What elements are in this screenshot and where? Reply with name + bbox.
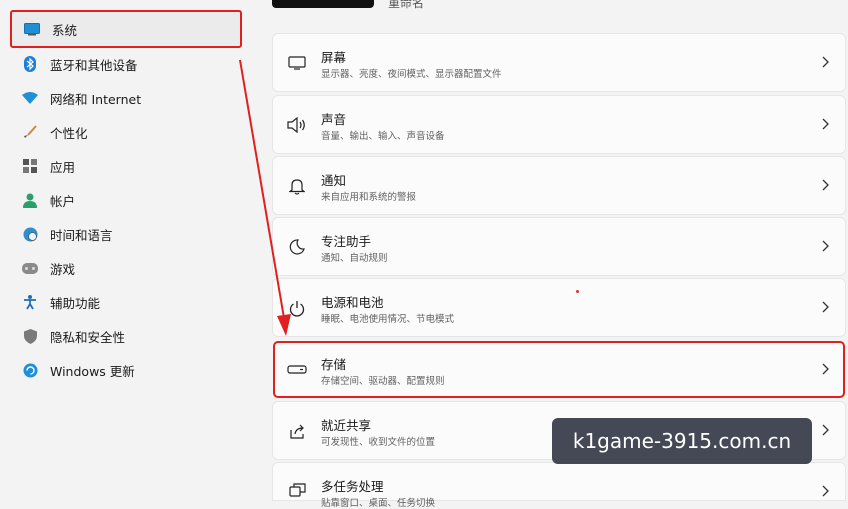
sidebar-item-label: 游戏 xyxy=(50,261,76,277)
display-icon xyxy=(286,52,308,74)
sidebar-item-accounts[interactable]: 帐户 xyxy=(10,183,242,217)
accessibility-icon xyxy=(20,292,40,312)
chevron-right-icon xyxy=(822,424,829,436)
moon-icon xyxy=(286,236,308,258)
chevron-right-icon xyxy=(822,179,829,191)
brush-icon xyxy=(20,122,40,142)
card-subtitle: 来自应用和系统的警报 xyxy=(321,192,417,203)
shield-icon xyxy=(20,326,40,346)
power-icon xyxy=(286,297,308,319)
device-image xyxy=(272,0,374,8)
gamepad-icon xyxy=(20,258,40,278)
chevron-right-icon xyxy=(822,485,829,497)
monitor-icon xyxy=(22,19,42,39)
bell-icon xyxy=(286,175,308,197)
share-icon xyxy=(286,420,308,442)
sidebar-item-privacy[interactable]: 隐私和安全性 xyxy=(10,319,242,353)
wifi-icon xyxy=(20,88,40,108)
card-subtitle: 贴靠窗口、桌面、任务切换 xyxy=(321,498,436,509)
globe-clock-icon xyxy=(20,224,40,244)
sidebar-item-gaming[interactable]: 游戏 xyxy=(10,251,242,285)
sidebar-item-personalization[interactable]: 个性化 xyxy=(10,115,242,149)
sidebar-item-label: 应用 xyxy=(50,159,76,175)
speaker-icon xyxy=(286,114,308,136)
sidebar-item-network[interactable]: 网络和 Internet xyxy=(10,81,242,115)
sidebar: 系统 蓝牙和其他设备 网络和 Internet 个性化 应用 帐户 时间和语言 … xyxy=(0,0,250,500)
apps-icon xyxy=(20,156,40,176)
chevron-right-icon xyxy=(822,301,829,313)
chevron-right-icon xyxy=(822,363,829,375)
bluetooth-icon xyxy=(20,54,40,74)
sidebar-item-apps[interactable]: 应用 xyxy=(10,149,242,183)
card-subtitle: 显示器、亮度、夜间模式、显示器配置文件 xyxy=(321,69,502,80)
watermark: k1game-3915.com.cn xyxy=(552,418,812,464)
sidebar-item-label: 辅助功能 xyxy=(50,295,101,311)
update-icon xyxy=(20,360,40,380)
settings-card-sound[interactable]: 声音 音量、输出、输入、声音设备 xyxy=(273,96,845,153)
storage-icon xyxy=(286,359,308,381)
card-title: 就近共享 xyxy=(321,418,372,433)
card-title: 通知 xyxy=(321,173,347,188)
person-icon xyxy=(20,190,40,210)
settings-card-display[interactable]: 屏幕 显示器、亮度、夜间模式、显示器配置文件 xyxy=(273,34,845,91)
sidebar-item-label: 网络和 Internet xyxy=(50,91,142,107)
card-subtitle: 睡眠、电池使用情况、节电模式 xyxy=(321,314,455,325)
chevron-right-icon xyxy=(822,240,829,252)
card-title: 声音 xyxy=(321,112,347,127)
card-title: 专注助手 xyxy=(321,234,372,249)
sidebar-item-label: 个性化 xyxy=(50,125,88,141)
card-subtitle: 通知、自动规则 xyxy=(321,253,388,264)
settings-card-focus-assist[interactable]: 专注助手 通知、自动规则 xyxy=(273,218,845,275)
sidebar-item-label: 帐户 xyxy=(50,193,76,209)
sidebar-item-label: 隐私和安全性 xyxy=(50,329,126,345)
settings-card-storage[interactable]: 存储 存储空间、驱动器、配置规则 xyxy=(273,341,845,398)
sidebar-item-system[interactable]: 系统 xyxy=(10,10,242,48)
settings-card-multitasking[interactable]: 多任务处理 贴靠窗口、桌面、任务切换 xyxy=(273,463,845,509)
rename-link[interactable]: 重命名 xyxy=(388,0,424,11)
card-title: 电源和电池 xyxy=(321,295,384,310)
card-title: 存储 xyxy=(321,357,347,372)
sidebar-item-bluetooth[interactable]: 蓝牙和其他设备 xyxy=(10,47,242,81)
chevron-right-icon xyxy=(822,56,829,68)
sidebar-item-label: Windows 更新 xyxy=(50,363,135,379)
card-subtitle: 音量、输出、输入、声音设备 xyxy=(321,131,445,142)
card-subtitle: 可发现性、收到文件的位置 xyxy=(321,437,436,448)
annotation-dot xyxy=(576,290,579,293)
card-title: 多任务处理 xyxy=(321,479,384,494)
card-title: 屏幕 xyxy=(321,50,347,65)
settings-card-power-battery[interactable]: 电源和电池 睡眠、电池使用情况、节电模式 xyxy=(273,279,845,336)
sidebar-item-label: 蓝牙和其他设备 xyxy=(50,57,138,73)
card-subtitle: 存储空间、驱动器、配置规则 xyxy=(321,376,445,387)
sidebar-item-accessibility[interactable]: 辅助功能 xyxy=(10,285,242,319)
settings-card-notifications[interactable]: 通知 来自应用和系统的警报 xyxy=(273,157,845,214)
multitask-icon xyxy=(286,479,308,501)
sidebar-item-label: 系统 xyxy=(52,22,78,38)
sidebar-item-time-language[interactable]: 时间和语言 xyxy=(10,217,242,251)
sidebar-item-windows-update[interactable]: Windows 更新 xyxy=(10,353,242,387)
chevron-right-icon xyxy=(822,118,829,130)
sidebar-item-label: 时间和语言 xyxy=(50,227,113,243)
